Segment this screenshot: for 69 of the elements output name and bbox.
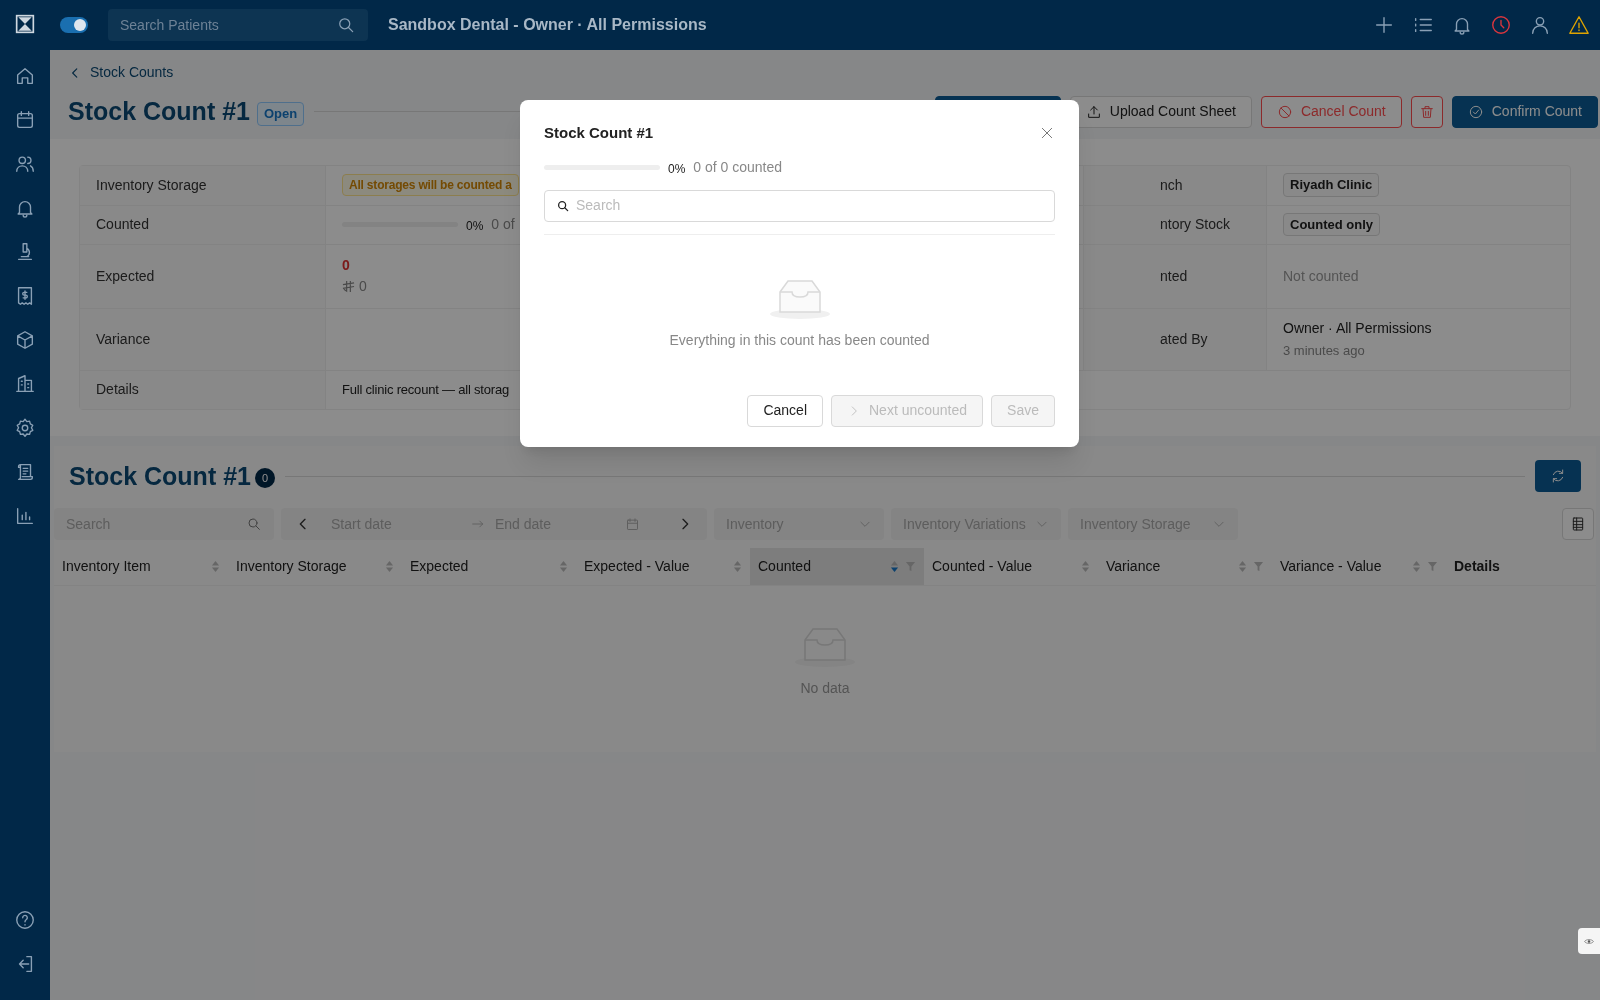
clinic-title: Sandbox Dental - Owner · All Permissions: [388, 15, 707, 35]
expected-count: 0: [342, 256, 351, 275]
chart-icon[interactable]: [14, 505, 36, 527]
details-text: Full clinic recount — all storag: [342, 380, 509, 399]
patient-search-field[interactable]: Search Patients: [108, 9, 368, 41]
sort-icon[interactable]: [890, 560, 899, 573]
ban-icon: [1276, 103, 1293, 120]
search-field[interactable]: Search: [544, 189, 1055, 222]
home-icon[interactable]: [14, 65, 36, 87]
column-settings-button[interactable]: [1562, 508, 1594, 540]
field-label: nch: [1160, 175, 1183, 195]
patient-search-input[interactable]: Search Patients: [120, 14, 336, 36]
field-label: Counted: [96, 215, 149, 234]
tag: Counted only: [1283, 212, 1381, 237]
refresh-button[interactable]: [1535, 460, 1581, 493]
delete-button[interactable]: [1410, 95, 1443, 128]
columns-icon: [1570, 516, 1586, 532]
box-icon[interactable]: [14, 329, 36, 351]
field-label: Details: [96, 380, 139, 399]
plus-icon[interactable]: [1373, 14, 1395, 36]
dialog-title: Stock Count #1: [544, 123, 654, 143]
progress-percent: 0%: [466, 218, 484, 235]
field-label: ated By: [1160, 329, 1208, 349]
field-label: nted: [1160, 266, 1188, 286]
eye-icon: [1584, 937, 1594, 945]
expected-value: 0: [359, 277, 367, 296]
refresh-icon: [1550, 468, 1566, 485]
created-time: 3 minutes ago: [1283, 341, 1366, 360]
dialog-search-input[interactable]: Search: [576, 195, 1043, 216]
users-icon[interactable]: [14, 153, 36, 175]
created-by-name: Owner · All Permissions: [1283, 318, 1432, 338]
tag: Riyadh Clinic: [1283, 173, 1380, 197]
page-title: Stock Count #1: [68, 96, 250, 127]
search-icon: [556, 198, 570, 213]
progress-percent: 0%: [668, 160, 686, 178]
user-icon[interactable]: [1529, 14, 1551, 36]
warning-icon[interactable]: [1568, 14, 1590, 36]
check-circle-icon: [1467, 103, 1484, 120]
search-icon: [246, 516, 262, 532]
upload-icon: [1085, 103, 1102, 120]
field-label: Inventory Storage: [96, 175, 207, 195]
field-label: Variance: [96, 329, 151, 349]
field-value: Not counted: [1283, 266, 1359, 286]
visibility-toggle[interactable]: [1578, 928, 1600, 954]
progress-text: 0 of: [491, 215, 515, 234]
clock-icon[interactable]: [1490, 14, 1512, 36]
field-label: ntory Stock: [1160, 215, 1231, 234]
empty-inbox-icon: [767, 277, 832, 320]
field-label: Expected: [96, 266, 155, 286]
progress-text: 0 of 0 counted: [693, 157, 783, 177]
help-icon[interactable]: [14, 909, 36, 931]
empty-message: Everything in this count has been counted: [669, 330, 930, 350]
building-icon[interactable]: [14, 373, 36, 395]
trash-icon: [1418, 103, 1435, 120]
breadcrumb-link[interactable]: Stock Counts: [68, 62, 174, 83]
column-header[interactable]: Counted: [750, 548, 924, 585]
count-badge: 0: [255, 467, 275, 488]
theme-toggle[interactable]: [60, 17, 88, 33]
settings-icon[interactable]: [14, 417, 36, 439]
status-badge: Open: [257, 102, 305, 126]
logo-icon[interactable]: [15, 14, 35, 34]
search-icon[interactable]: [336, 15, 356, 35]
calendar-icon[interactable]: [14, 109, 36, 131]
confirm-count-button[interactable]: Confirm Count: [1451, 95, 1598, 128]
section-title: Stock Count #1: [69, 460, 251, 492]
calendar-icon: [625, 516, 640, 532]
dialog-button[interactable]: Cancel: [747, 394, 823, 427]
upload-count-sheet-button[interactable]: Upload Count Sheet: [1069, 95, 1252, 128]
warning-tag: All storages will be counted a: [342, 174, 519, 196]
